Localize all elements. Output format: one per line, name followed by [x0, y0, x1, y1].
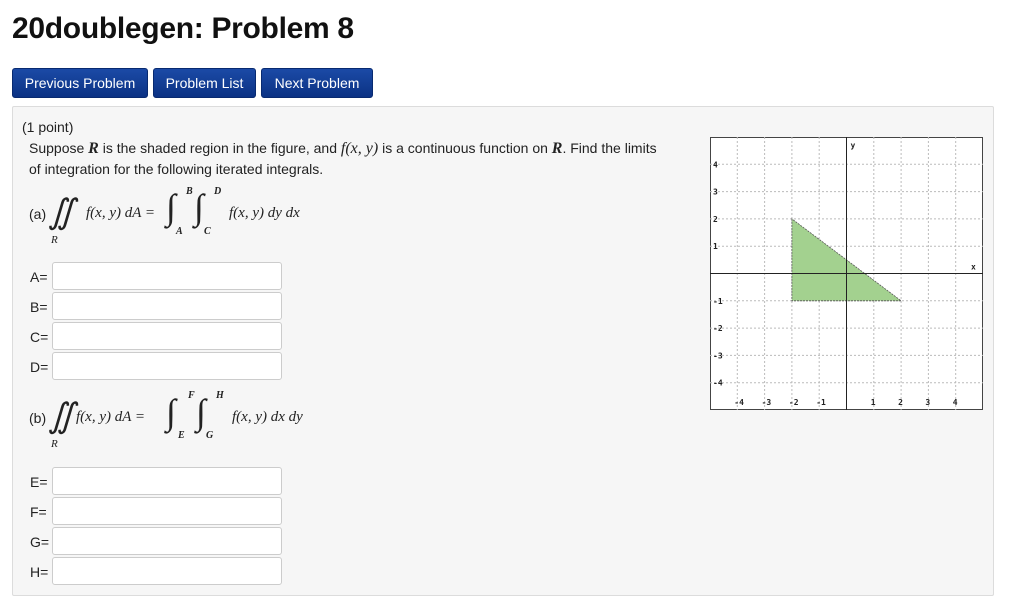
x-tick-label: -1 — [816, 398, 826, 407]
y-tick-label: -3 — [713, 351, 723, 360]
y-tick-label: -4 — [713, 379, 723, 388]
x-tick-label: 4 — [953, 398, 958, 407]
field-label-h: H= — [30, 564, 49, 580]
outer-upper-b: F — [188, 390, 195, 401]
field-label-f: F= — [30, 504, 47, 520]
problem-points: (1 point) — [22, 119, 74, 135]
region-graph: -4 -3 -2 -1 1 2 3 4 4 3 2 1 -1 -2 -3 -4 x y — [710, 137, 983, 410]
field-label-d: D= — [30, 359, 49, 375]
field-label-g: G= — [30, 534, 50, 550]
problem-statement: Suppose R is the shaded region in the fi… — [29, 140, 657, 177]
y-tick-label: 2 — [713, 215, 718, 224]
inner-lower-b: G — [206, 430, 214, 441]
answer-input-d[interactable] — [52, 352, 282, 380]
next-problem-button[interactable]: Next Problem — [261, 68, 373, 98]
answer-input-c[interactable] — [52, 322, 282, 350]
x-tick-label: 2 — [898, 398, 903, 407]
y-tick-label: -1 — [713, 297, 723, 306]
field-label-a: A= — [30, 269, 48, 285]
x-tick-label: -2 — [789, 398, 799, 407]
double-integral-sign-b: ∬ — [48, 398, 75, 435]
field-label-b: B= — [30, 299, 48, 315]
y-axis-label: y — [851, 141, 856, 150]
outer-lower-a: A — [176, 226, 183, 237]
outer-integral-sign-a: ∫ — [166, 187, 176, 227]
double-integral-sign-a: ∬ — [48, 194, 75, 231]
answer-input-g[interactable] — [52, 527, 282, 555]
answer-input-a[interactable] — [52, 262, 282, 290]
part-b-label: (b) — [29, 410, 47, 426]
inner-upper-a: D — [214, 186, 222, 197]
outer-integral-sign-b: ∫ — [166, 392, 176, 432]
inner-lower-a: C — [204, 226, 211, 237]
part-a-label: (a) — [29, 206, 47, 222]
answer-input-f[interactable] — [52, 497, 282, 525]
inner-integral-sign-a: ∫ — [194, 187, 204, 227]
inner-integral-sign-b: ∫ — [196, 392, 206, 432]
previous-problem-button[interactable]: Previous Problem — [12, 68, 148, 98]
answer-input-h[interactable] — [52, 557, 282, 585]
y-tick-label: 1 — [713, 242, 718, 251]
outer-lower-b: E — [178, 430, 185, 441]
field-label-e: E= — [30, 474, 48, 490]
y-tick-label: 4 — [713, 160, 718, 169]
x-tick-label: -3 — [762, 398, 772, 407]
region-subscript-a: R — [51, 234, 58, 246]
problem-list-button[interactable]: Problem List — [153, 68, 256, 98]
rhs-b: f(x, y) dx dy — [232, 409, 303, 425]
inner-upper-b: H — [216, 390, 224, 401]
region-subscript-b: R — [51, 438, 58, 450]
answer-input-e[interactable] — [52, 467, 282, 495]
field-label-c: C= — [30, 329, 49, 345]
rhs-a: f(x, y) dy dx — [229, 205, 300, 221]
x-tick-label: 1 — [871, 398, 876, 407]
y-tick-label: 3 — [713, 188, 718, 197]
page-title: 20doublegen: Problem 8 — [12, 12, 354, 45]
x-axis-label: x — [971, 263, 976, 272]
lhs-a: f(x, y) dA = — [86, 205, 155, 221]
answer-input-b[interactable] — [52, 292, 282, 320]
lhs-b: f(x, y) dA = — [76, 409, 145, 425]
outer-upper-a: B — [186, 186, 193, 197]
x-tick-label: -4 — [734, 398, 744, 407]
x-tick-label: 3 — [925, 398, 930, 407]
y-tick-label: -2 — [713, 324, 723, 333]
